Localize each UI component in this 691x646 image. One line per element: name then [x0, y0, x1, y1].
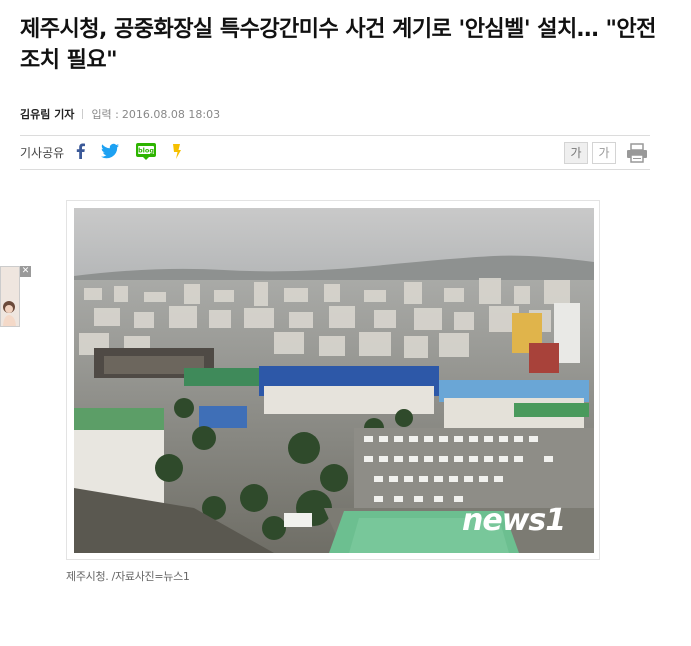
print-icon[interactable] — [626, 143, 648, 163]
share-divider — [20, 169, 650, 170]
blog-icon-text: blog — [138, 147, 154, 155]
share-label: 기사공유 — [20, 146, 65, 160]
article-title: 제주시청, 공중화장실 특수강간미수 사건 계기로 '안심벨' 설치… "안전조… — [20, 17, 656, 73]
font-size-larger-button[interactable]: 가 — [564, 142, 588, 164]
article-meta: 김유림 기자 입력 : 2016.08.08 18:03 — [20, 106, 220, 122]
news1-watermark: news1 — [462, 503, 565, 538]
top-divider — [20, 135, 650, 136]
font-size-smaller-button[interactable]: 가 — [592, 142, 616, 164]
facebook-icon[interactable] — [72, 142, 90, 160]
article-photo-frame: news1 — [66, 200, 600, 560]
photo-caption: 제주시청. /자료사진=뉴스1 — [66, 570, 190, 583]
ad-close-button[interactable]: ✕ — [20, 266, 31, 277]
blog-icon[interactable]: blog — [135, 142, 157, 160]
meta-divider — [82, 109, 84, 119]
author-name[interactable]: 김유림 기자 — [20, 106, 74, 122]
side-ad-banner[interactable] — [0, 266, 20, 327]
publish-date: 2016.08.08 18:03 — [121, 107, 221, 121]
article-photo[interactable]: news1 — [74, 208, 594, 553]
date-label: 입력 : — [91, 108, 119, 121]
twitter-icon[interactable] — [100, 142, 120, 160]
ad-person-image — [1, 267, 19, 326]
kakaostory-icon[interactable] — [170, 142, 184, 160]
